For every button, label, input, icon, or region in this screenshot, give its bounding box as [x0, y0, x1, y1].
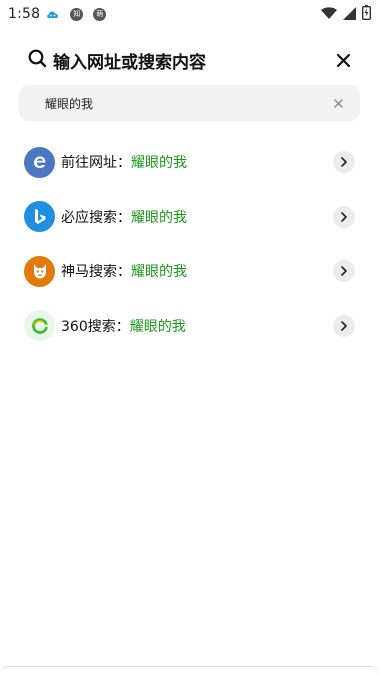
search-icon: [28, 49, 47, 72]
suggestion-go-url[interactable]: 前往网址： 耀眼的我: [0, 135, 379, 190]
suggestion-prefix: 必应搜索：: [61, 209, 131, 226]
close-icon: [336, 53, 350, 67]
close-button[interactable]: [333, 50, 353, 70]
wifi-icon: [321, 5, 337, 24]
clear-icon: [333, 98, 343, 108]
ie-icon: [24, 146, 55, 178]
suggestion-bing[interactable]: 必应搜索： 耀眼的我: [0, 190, 379, 245]
suggestion-prefix: 360搜索：: [61, 318, 130, 335]
suggestion-text: 神马搜索： 耀眼的我: [61, 261, 187, 281]
notification-icon: 萌: [93, 7, 107, 21]
suggestion-keyword: 耀眼的我: [131, 155, 187, 172]
page-title: 输入网址或搜索内容: [53, 52, 206, 73]
suggestion-arrow-button[interactable]: [333, 260, 355, 283]
chevron-right-icon: [341, 320, 347, 331]
status-time: 1:58: [8, 6, 41, 22]
status-bar: 1:58 知 萌: [0, 0, 379, 28]
clear-button[interactable]: [330, 95, 346, 111]
suggestion-prefix: 前往网址：: [61, 155, 131, 172]
suggestion-arrow-button[interactable]: [333, 314, 355, 337]
chevron-right-icon: [341, 211, 347, 222]
shenma-icon: [24, 255, 55, 287]
search-input[interactable]: [45, 85, 330, 121]
suggestion-arrow-button[interactable]: [333, 205, 355, 228]
suggestion-list: 前往网址： 耀眼的我 必应搜索： 耀眼的我 神马搜索： 耀眼的我 360搜索： …: [0, 135, 379, 353]
suggestion-text: 360搜索： 耀眼的我: [61, 316, 186, 336]
suggestion-keyword: 耀眼的我: [129, 318, 186, 335]
360-icon: [24, 310, 55, 342]
bottom-sheet-edge: [0, 666, 379, 674]
bing-icon: [24, 201, 55, 233]
suggestion-shenma[interactable]: 神马搜索： 耀眼的我: [0, 244, 379, 299]
cloud-icon: [46, 8, 60, 20]
suggestion-prefix: 神马搜索：: [61, 264, 131, 281]
suggestion-text: 前往网址： 耀眼的我: [61, 152, 187, 172]
signal-icon: [343, 5, 356, 24]
suggestion-360[interactable]: 360搜索： 耀眼的我: [0, 299, 379, 354]
suggestion-text: 必应搜索： 耀眼的我: [61, 207, 187, 227]
chevron-right-icon: [341, 266, 347, 277]
suggestion-keyword: 耀眼的我: [131, 209, 187, 226]
suggestion-keyword: 耀眼的我: [131, 264, 187, 281]
notification-icon: 知: [70, 7, 84, 21]
chevron-right-icon: [341, 157, 347, 168]
battery-icon: [361, 4, 371, 24]
suggestion-arrow-button[interactable]: [333, 151, 355, 174]
search-header: 输入网址或搜索内容: [0, 44, 379, 76]
search-box: [19, 85, 360, 121]
